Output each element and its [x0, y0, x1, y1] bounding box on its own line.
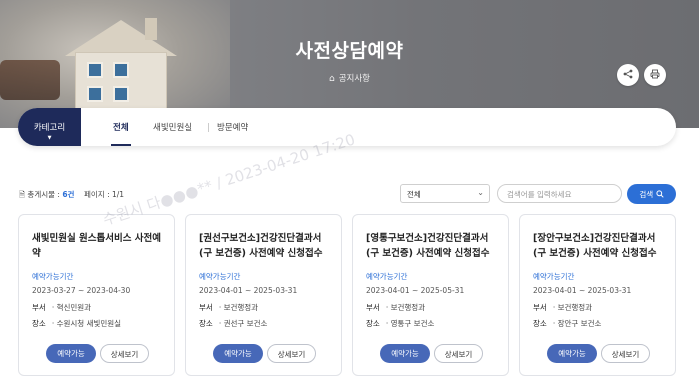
period-value: 2023-04-01 ~ 2025-03-31 [533, 286, 632, 295]
detail-button[interactable]: 상세보기 [601, 344, 650, 363]
select-value: 전체 [407, 190, 421, 199]
category-button-label: 카테고리 [33, 123, 66, 133]
period-label: 예약가능기간 [533, 272, 575, 281]
category-button[interactable]: 카테고리 ▼ [18, 108, 81, 146]
reserve-button[interactable]: 예약가능 [380, 344, 430, 363]
reservation-card[interactable]: 새빛민원실 원스톱서비스 사전예약 예약가능기간 2023-03-27 ~ 20… [18, 214, 175, 376]
period-value: 2023-04-01 ~ 2025-03-31 [199, 286, 298, 295]
dept-key: 부서 [366, 303, 380, 312]
tab-divider [208, 123, 209, 132]
place-key: 장소 [533, 319, 547, 328]
active-tab-indicator [111, 144, 131, 146]
caret-down-icon: ▼ [47, 135, 52, 141]
dept-value: · 보건행정과 [552, 303, 593, 312]
share-button[interactable] [617, 64, 639, 86]
location: 장소 · 수원시청 새빛민원실 [32, 318, 121, 329]
breadcrumb-label: 공지사항 [338, 74, 370, 84]
card-title[interactable]: 새빛민원실 원스톱서비스 사전예약 [32, 232, 167, 261]
search-scope-select[interactable]: 전체 ⌄ [400, 184, 490, 203]
reservation-card[interactable]: [영통구보건소]건강진단결과서(구 보건증) 사전예약 신청접수 예약가능기간 … [352, 214, 509, 376]
department: 부서 · 보건행정과 [533, 302, 592, 313]
department: 부서 · 보건행정과 [199, 302, 258, 313]
card-title[interactable]: [권선구보건소]건강진단결과서(구 보건증) 사전예약 신청접수 [199, 232, 334, 261]
total-count: 6건 [62, 190, 75, 199]
place-value: · 장안구 보건소 [552, 319, 602, 328]
department: 부서 · 혁신민원과 [32, 302, 91, 313]
place-value: · 권선구 보건소 [218, 319, 268, 328]
result-summary: 🗎 총게시물 : 6건 페이지 : 1/1 [19, 189, 124, 202]
dept-key: 부서 [533, 303, 547, 312]
dept-value: · 혁신민원과 [51, 303, 92, 312]
reservation-card[interactable]: [장안구보건소]건강진단결과서(구 보건증) 사전예약 신청접수 예약가능기간 … [519, 214, 676, 376]
period-label: 예약가능기간 [32, 272, 74, 281]
tab-saebit-office[interactable]: 새빛민원실 [153, 121, 192, 133]
place-key: 장소 [199, 319, 213, 328]
category-bar: 카테고리 ▼ 전체 새빛민원실 방문예약 [18, 108, 676, 146]
dept-key: 부서 [199, 303, 213, 312]
search-placeholder: 검색어를 입력하세요 [507, 190, 572, 199]
dept-value: · 보건행정과 [385, 303, 426, 312]
detail-button[interactable]: 상세보기 [100, 344, 149, 363]
location: 장소 · 영통구 보건소 [366, 318, 434, 329]
place-value: · 수원시청 새빛민원실 [51, 319, 122, 328]
location: 장소 · 권선구 보건소 [199, 318, 267, 329]
detail-button[interactable]: 상세보기 [434, 344, 483, 363]
page-title: 사전상담예약 [295, 40, 404, 62]
card-title[interactable]: [영통구보건소]건강진단결과서(구 보건증) 사전예약 신청접수 [366, 232, 501, 261]
search-button[interactable]: 검색 [627, 184, 676, 204]
page-indicator: 페이지 : 1/1 [84, 190, 125, 199]
search-icon [655, 190, 664, 199]
department: 부서 · 보건행정과 [366, 302, 425, 313]
home-icon: ⌂ [329, 74, 335, 84]
tab-all[interactable]: 전체 [113, 121, 129, 133]
reserve-button[interactable]: 예약가능 [547, 344, 597, 363]
reserve-button[interactable]: 예약가능 [213, 344, 263, 363]
print-button[interactable] [644, 64, 666, 86]
location: 장소 · 장안구 보건소 [533, 318, 601, 329]
place-key: 장소 [32, 319, 46, 328]
dept-value: · 보건행정과 [218, 303, 259, 312]
period-label: 예약가능기간 [366, 272, 408, 281]
card-title[interactable]: [장안구보건소]건강진단결과서(구 보건증) 사전예약 신청접수 [533, 232, 668, 261]
period-value: 2023-04-01 ~ 2025-05-31 [366, 286, 465, 295]
detail-button[interactable]: 상세보기 [267, 344, 316, 363]
reserve-button[interactable]: 예약가능 [46, 344, 96, 363]
search-input[interactable]: 검색어를 입력하세요 [497, 184, 622, 203]
dept-key: 부서 [32, 303, 46, 312]
tab-visit-reservation[interactable]: 방문예약 [217, 121, 248, 133]
print-icon [650, 69, 660, 82]
chevron-down-icon: ⌄ [477, 188, 484, 197]
period-label: 예약가능기간 [199, 272, 241, 281]
place-key: 장소 [366, 319, 380, 328]
breadcrumb[interactable]: ⌂ 공지사항 [0, 72, 699, 84]
period-value: 2023-03-27 ~ 2023-04-30 [32, 286, 131, 295]
total-label: 총게시물 : [27, 190, 60, 199]
document-icon: 🗎 [19, 190, 26, 199]
place-value: · 영통구 보건소 [385, 319, 435, 328]
page: 사전상담예약 ⌂ 공지사항 카테고리 ▼ 전체 새빛민원실 방문예약 🗎 총게시물… [0, 0, 699, 392]
house-model-image [65, 14, 177, 114]
reservation-card[interactable]: [권선구보건소]건강진단결과서(구 보건증) 사전예약 신청접수 예약가능기간 … [185, 214, 342, 376]
search-button-label: 검색 [639, 190, 654, 199]
share-icon [623, 69, 633, 82]
